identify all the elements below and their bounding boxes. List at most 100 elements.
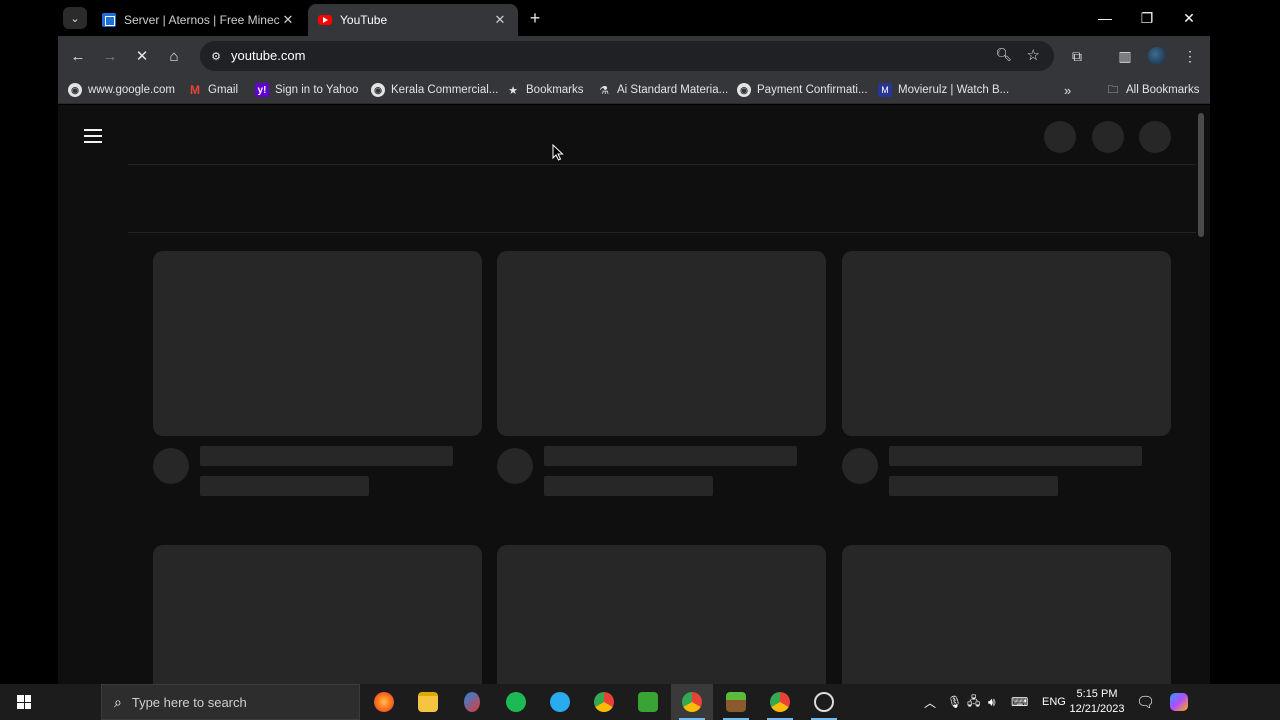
clock-date: 12/21/2023 <box>1069 703 1125 715</box>
movierulz-icon: M <box>878 83 892 97</box>
mouse-cursor-icon <box>552 144 564 161</box>
performance-monitor-app[interactable] <box>803 684 845 720</box>
bookmark-label: Movierulz | Watch B... <box>898 84 1010 96</box>
thumbnail-placeholder <box>153 545 482 684</box>
globe-icon: ◉ <box>737 83 751 97</box>
language-indicator[interactable]: ENG <box>1042 684 1066 720</box>
telegram-icon <box>550 692 570 712</box>
notifications-icon[interactable]: 🗨︎ <box>1136 684 1155 720</box>
chrome-app-active[interactable] <box>671 684 713 720</box>
profile-avatar[interactable] <box>1145 44 1169 68</box>
windows-logo-icon <box>17 695 31 709</box>
thumbnail-placeholder <box>497 251 826 436</box>
bookmark-kerala[interactable]: ◉ Kerala Commercial... <box>371 81 498 99</box>
minecraft-grass-block-icon <box>726 692 746 712</box>
window-controls: — ❐ ✕ <box>1084 0 1210 36</box>
microphone-icon[interactable]: 🎙︎ <box>947 684 962 720</box>
title-placeholder <box>544 446 797 466</box>
flask-icon: ⚗ <box>599 84 609 97</box>
file-explorer-app[interactable] <box>407 684 449 720</box>
stop-loading-icon[interactable]: ✕ <box>130 44 154 68</box>
minimize-icon[interactable]: — <box>1084 0 1126 36</box>
video-card-skeleton <box>842 251 1171 496</box>
page-scrollbar[interactable] <box>1198 113 1204 237</box>
firefox-icon <box>374 692 394 712</box>
header-divider <box>128 164 1196 165</box>
hamburger-menu-icon[interactable] <box>84 129 102 143</box>
firefox-app[interactable] <box>363 684 405 720</box>
system-clock[interactable]: 5:15 PM 12/21/2023 <box>1068 687 1126 717</box>
windows-taskbar: ⌕ Type here to search ︿ 🎙︎ 🖧︎ 🔊︎ ⌨ ENG 5… <box>0 684 1280 720</box>
thumbnail-placeholder <box>842 251 1171 436</box>
placeholder-button <box>1092 121 1124 153</box>
tab-youtube[interactable]: YouTube ✕ <box>308 4 518 36</box>
meta-placeholder <box>200 476 369 496</box>
address-bar[interactable]: ⚙ youtube.com 🔍︎ ☆ <box>200 41 1054 71</box>
copilot-icon[interactable] <box>1170 684 1188 720</box>
restore-icon[interactable]: ❐ <box>1126 0 1168 36</box>
close-tab-icon[interactable]: ✕ <box>492 12 508 28</box>
gauge-icon <box>814 692 834 712</box>
thumbnail-placeholder <box>497 545 826 684</box>
site-info-icon[interactable]: ⚙ <box>208 48 224 64</box>
back-arrow-icon[interactable]: ← <box>66 44 90 68</box>
bookmark-ai-standard[interactable]: ⚗ Ai Standard Materia... <box>597 81 728 99</box>
bookmark-star-icon[interactable]: ☆ <box>1027 46 1040 64</box>
forward-arrow-icon[interactable]: → <box>98 44 122 68</box>
home-icon[interactable]: ⌂ <box>162 44 186 68</box>
gmail-icon: M <box>190 83 200 97</box>
tab-title: Server | Aternos | Free Minecraft <box>124 13 280 27</box>
youtube-favicon-icon <box>318 15 332 25</box>
start-button[interactable] <box>0 684 48 720</box>
spotify-app[interactable] <box>495 684 537 720</box>
tab-title: YouTube <box>340 13 388 27</box>
close-tab-icon[interactable]: ✕ <box>280 12 296 28</box>
bookmark-label: Ai Standard Materia... <box>617 84 729 96</box>
zoom-icon[interactable]: 🔍︎ <box>995 47 1012 63</box>
snipping-tool-app[interactable] <box>451 684 493 720</box>
bookmark-google[interactable]: ◉ www.google.com <box>68 81 175 99</box>
all-bookmarks-button[interactable]: 🗀 All Bookmarks <box>1106 81 1200 99</box>
video-card-skeleton <box>153 251 482 496</box>
scissors-icon <box>464 692 480 712</box>
browser-toolbar: ← → ✕ ⌂ ⚙ youtube.com 🔍︎ ☆ ⧉ ▥ ⋮ <box>58 36 1210 76</box>
video-card-skeleton <box>497 545 826 684</box>
aternos-favicon-icon <box>102 13 116 27</box>
network-icon[interactable]: 🖧︎ <box>967 684 980 720</box>
chrome-app-profile[interactable] <box>759 684 801 720</box>
close-window-icon[interactable]: ✕ <box>1168 0 1210 36</box>
side-panel-icon[interactable]: ▥ <box>1113 44 1137 68</box>
star-icon: ★ <box>508 84 518 97</box>
extensions-icon[interactable]: ⧉ <box>1065 44 1089 68</box>
volume-icon[interactable]: 🔊︎ <box>988 684 996 720</box>
new-tab-button[interactable]: + <box>526 8 544 28</box>
bookmark-gmail[interactable]: M Gmail <box>188 81 238 99</box>
keyboard-icon[interactable]: ⌨ <box>1011 684 1028 720</box>
show-hidden-icons[interactable]: ︿ <box>924 684 936 720</box>
chrome-icon <box>594 692 614 712</box>
bookmark-folder-bookmarks[interactable]: ★ Bookmarks <box>506 81 584 99</box>
spotify-icon <box>506 692 526 712</box>
tab-search-button[interactable]: ⌄ <box>63 7 87 29</box>
minecraft-app[interactable] <box>715 684 757 720</box>
menu-kebab-icon[interactable]: ⋮ <box>1178 44 1202 68</box>
bookmark-payment[interactable]: ◉ Payment Confirmati... <box>737 81 868 99</box>
clock-time: 5:15 PM <box>1076 688 1118 700</box>
browser-title-bar: ⌄ Server | Aternos | Free Minecraft ✕ Yo… <box>0 0 1280 36</box>
channel-avatar-placeholder <box>842 448 878 484</box>
bookmark-movierulz[interactable]: M Movierulz | Watch B... <box>878 81 1009 99</box>
bookmark-yahoo[interactable]: y! Sign in to Yahoo <box>255 81 358 99</box>
telegram-app[interactable] <box>539 684 581 720</box>
placeholder-button <box>1044 121 1076 153</box>
url-text: youtube.com <box>231 48 306 63</box>
chrome-app[interactable] <box>583 684 625 720</box>
bookmark-label: Gmail <box>208 84 239 96</box>
globe-icon: ◉ <box>371 83 385 97</box>
tab-aternos[interactable]: Server | Aternos | Free Minecraft ✕ <box>92 4 306 36</box>
more-bookmarks-chevron-icon[interactable]: » <box>1064 81 1071 99</box>
chrome-icon <box>682 692 702 712</box>
bookmark-label: Bookmarks <box>526 84 584 96</box>
chips-divider <box>128 232 1196 233</box>
minecraft-launcher-app[interactable] <box>627 684 669 720</box>
taskbar-search-box[interactable]: ⌕ Type here to search <box>101 684 360 720</box>
